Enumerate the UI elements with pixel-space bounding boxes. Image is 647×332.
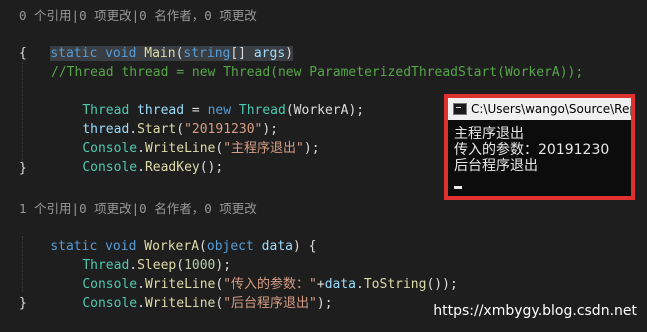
array-brackets: [] — [230, 46, 254, 61]
paren: ()); — [426, 277, 458, 292]
watermark: https://xmbygy.blog.csdn.net — [433, 303, 637, 319]
ctor-args: (WorkerA); — [285, 103, 365, 118]
method-tostring: ToString — [363, 277, 427, 292]
console-icon — [453, 103, 467, 115]
type-string: string — [183, 46, 231, 61]
readkey-line[interactable]: Console.ReadKey(); — [51, 139, 223, 175]
console-line: 传入的参数：20191230 — [454, 142, 610, 158]
comment-line[interactable]: //Thread thread = new Thread(new Paramet… — [51, 63, 583, 82]
dot: . — [137, 296, 145, 311]
dot: . — [356, 277, 364, 292]
sleep-line[interactable]: Thread.Sleep(1000); — [51, 237, 231, 273]
string-literal: "主程序退出" — [223, 141, 304, 156]
console-window[interactable]: C:\Users\wango\Source\Rep 主程序退出 传入的参数：20… — [444, 94, 635, 200]
param-data: data — [253, 239, 293, 254]
param-args: args — [253, 46, 286, 61]
main-signature[interactable]: static void Main(string[] args) — [19, 25, 293, 61]
console-line: 主程序退出 — [454, 126, 524, 142]
writeline-background-line[interactable]: Console.WriteLine("后台程序退出"); — [51, 275, 332, 311]
indent-guide — [22, 236, 24, 292]
paren: ); — [316, 296, 333, 311]
method-readkey: ReadKey — [144, 160, 200, 175]
paren: ); — [303, 141, 320, 156]
method-name-main: Main — [144, 46, 176, 61]
keyword-void: void — [105, 46, 137, 61]
codelens-worker[interactable]: 1 个引用|0 项更改|0 名作者，0 项更改 — [19, 199, 257, 218]
paren-brace: ) { — [292, 239, 317, 254]
console-titlebar[interactable]: C:\Users\wango\Source\Rep — [448, 98, 631, 120]
string-literal: "后台程序退出" — [223, 296, 317, 311]
writeline-param-line[interactable]: Console.WriteLine("传入的参数："+data.ToString… — [51, 256, 457, 292]
method-writeline: WriteLine — [144, 296, 216, 311]
obj-console: Console — [82, 160, 138, 175]
thread-start-line[interactable]: thread.Start("20191230"); — [51, 101, 278, 137]
paren: ) — [285, 46, 293, 61]
worker-signature[interactable]: static void WorkerA(object data) { — [19, 218, 316, 254]
close-brace: } — [19, 296, 27, 311]
writeline-main-line[interactable]: Console.WriteLine("主程序退出"); — [51, 120, 319, 156]
codelens-main[interactable]: 0 个引用|0 项更改|0 名作者，0 项更改 — [19, 6, 257, 25]
obj-console: Console — [82, 296, 138, 311]
open-brace: { — [19, 46, 27, 61]
console-output: 主程序退出 传入的参数：20191230 后台程序退出 — [454, 126, 631, 174]
indent-guide — [22, 62, 24, 164]
thread-declaration[interactable]: Thread thread = new Thread(WorkerA); — [51, 82, 364, 118]
console-line: 后台程序退出 — [454, 158, 538, 174]
close-brace: } — [19, 161, 27, 176]
dot: . — [137, 160, 145, 175]
keyword-static: static — [50, 46, 98, 61]
console-cursor — [454, 186, 462, 189]
paren: (); — [199, 160, 224, 175]
console-title: C:\Users\wango\Source\Rep — [471, 102, 631, 116]
